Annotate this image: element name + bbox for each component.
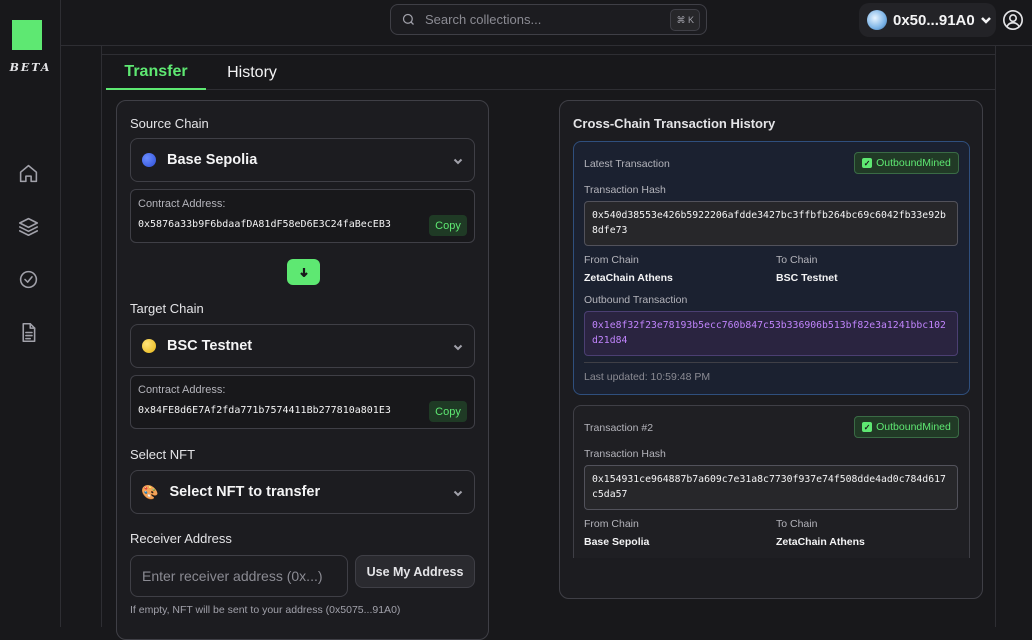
tab-bar: Transfer History [106, 55, 996, 90]
status-text: OutboundMined [876, 421, 951, 433]
check-icon: ✓ [862, 422, 873, 432]
transfer-panel: Source Chain Base Sepolia Contract Addre… [116, 100, 489, 640]
nft-select[interactable]: 🎨 Select NFT to transfer [130, 470, 475, 514]
last-updated: Last updated: 10:59:48 PM [584, 371, 711, 383]
use-my-address-button[interactable]: Use My Address [355, 555, 475, 588]
chevron-down-icon [453, 158, 463, 165]
to-chain-label: To Chain [776, 254, 818, 266]
app-logo[interactable] [12, 20, 42, 50]
source-contract-box: Contract Address: 0x5876a33b9F6bdaafDA81… [130, 189, 475, 243]
latest-heading: Latest Transaction [584, 158, 670, 170]
wallet-address: 0x50...91A0 [893, 11, 975, 29]
beta-label: BETA [9, 61, 52, 74]
from-chain-label: From Chain [584, 518, 639, 530]
source-contract-address: 0x5876a33b9F6bdaafDA81dF58eD6E3C24faBecE… [138, 219, 391, 230]
outbound-label: Outbound Transaction [584, 294, 688, 306]
main-content: Transfer History Source Chain Base Sepol… [101, 46, 996, 640]
chevron-down-icon [453, 490, 463, 497]
target-chain-label: Target Chain [130, 301, 204, 316]
source-chain-select[interactable]: Base Sepolia [130, 138, 475, 182]
user-profile-icon[interactable] [1002, 9, 1024, 31]
chevron-down-icon [453, 344, 463, 351]
swap-chains-button[interactable] [287, 259, 320, 285]
status-text: OutboundMined [876, 157, 951, 169]
select-nft-label: Select NFT [130, 447, 196, 462]
to-chain-value: BSC Testnet [776, 272, 838, 284]
home-icon[interactable] [16, 161, 40, 185]
layers-icon[interactable] [16, 214, 40, 238]
from-chain-value: ZetaChain Athens [584, 272, 673, 284]
search-shortcut: ⌘ K [670, 9, 700, 31]
source-chain-label: Source Chain [130, 116, 209, 131]
check-icon: ✓ [862, 158, 873, 168]
copy-target-button[interactable]: Copy [429, 401, 467, 422]
to-chain-label: To Chain [776, 518, 818, 530]
target-chain-value: BSC Testnet [167, 338, 253, 354]
from-chain-label: From Chain [584, 254, 639, 266]
wallet-button[interactable]: 0x50...91A0 [859, 3, 996, 37]
transaction-heading: Transaction #2 [584, 422, 654, 434]
sidebar: BETA [0, 0, 61, 627]
arrow-down-icon [299, 268, 308, 277]
status-badge: ✓ OutboundMined [854, 152, 959, 174]
receiver-address-input[interactable]: Enter receiver address (0x...) [130, 555, 348, 597]
target-contract-label: Contract Address: [138, 384, 226, 396]
top-bar: Search collections... ⌘ K 0x50...91A0 [61, 0, 1032, 46]
latest-transaction-card: Latest Transaction ✓ OutboundMined Trans… [573, 141, 970, 395]
source-contract-label: Contract Address: [138, 198, 226, 210]
copy-source-button[interactable]: Copy [429, 215, 467, 236]
chevron-down-icon [980, 17, 991, 24]
divider [584, 362, 958, 363]
tab-history[interactable]: History [206, 55, 298, 90]
search-icon [402, 13, 414, 25]
receiver-address-label: Receiver Address [130, 531, 232, 546]
hash-label: Transaction Hash [584, 184, 666, 196]
history-title: Cross-Chain Transaction History [573, 116, 776, 131]
search-placeholder: Search collections... [425, 12, 542, 27]
source-chain-value: Base Sepolia [167, 152, 258, 168]
receiver-hint: If empty, NFT will be sent to your addre… [130, 604, 401, 616]
check-circle-icon[interactable] [16, 267, 40, 291]
document-icon[interactable] [16, 320, 40, 344]
target-chain-select[interactable]: BSC Testnet [130, 324, 475, 368]
transaction-card: Transaction #2 ✓ OutboundMined Transacti… [573, 405, 970, 558]
nft-select-value: Select NFT to transfer [169, 484, 321, 500]
status-badge: ✓ OutboundMined [854, 416, 959, 438]
history-panel: Cross-Chain Transaction History Latest T… [559, 100, 983, 599]
to-chain-value: ZetaChain Athens [776, 536, 865, 548]
outbound-transaction-hash[interactable]: 0x1e8f32f23e78193b5ecc760b847c53b336906b… [584, 311, 958, 356]
from-chain-value: Base Sepolia [584, 536, 650, 548]
search-input[interactable]: Search collections... ⌘ K [390, 4, 707, 35]
target-contract-address: 0x84FE8d6E7Af2fda771b7574411Bb277810a801… [138, 405, 391, 416]
transaction-hash: 0x154931ce964887b7a609c7e31a8c7730f937e7… [584, 465, 958, 510]
hash-label: Transaction Hash [584, 448, 666, 460]
base-sepolia-icon [142, 153, 156, 167]
transaction-hash: 0x540d38553e426b5922206afdde3427bc3ffbfb… [584, 201, 958, 246]
bsc-testnet-icon [142, 339, 156, 353]
tab-transfer[interactable]: Transfer [106, 55, 206, 90]
palette-icon: 🎨 [141, 483, 159, 500]
target-contract-box: Contract Address: 0x84FE8d6E7Af2fda771b7… [130, 375, 475, 429]
wallet-avatar [867, 10, 887, 30]
